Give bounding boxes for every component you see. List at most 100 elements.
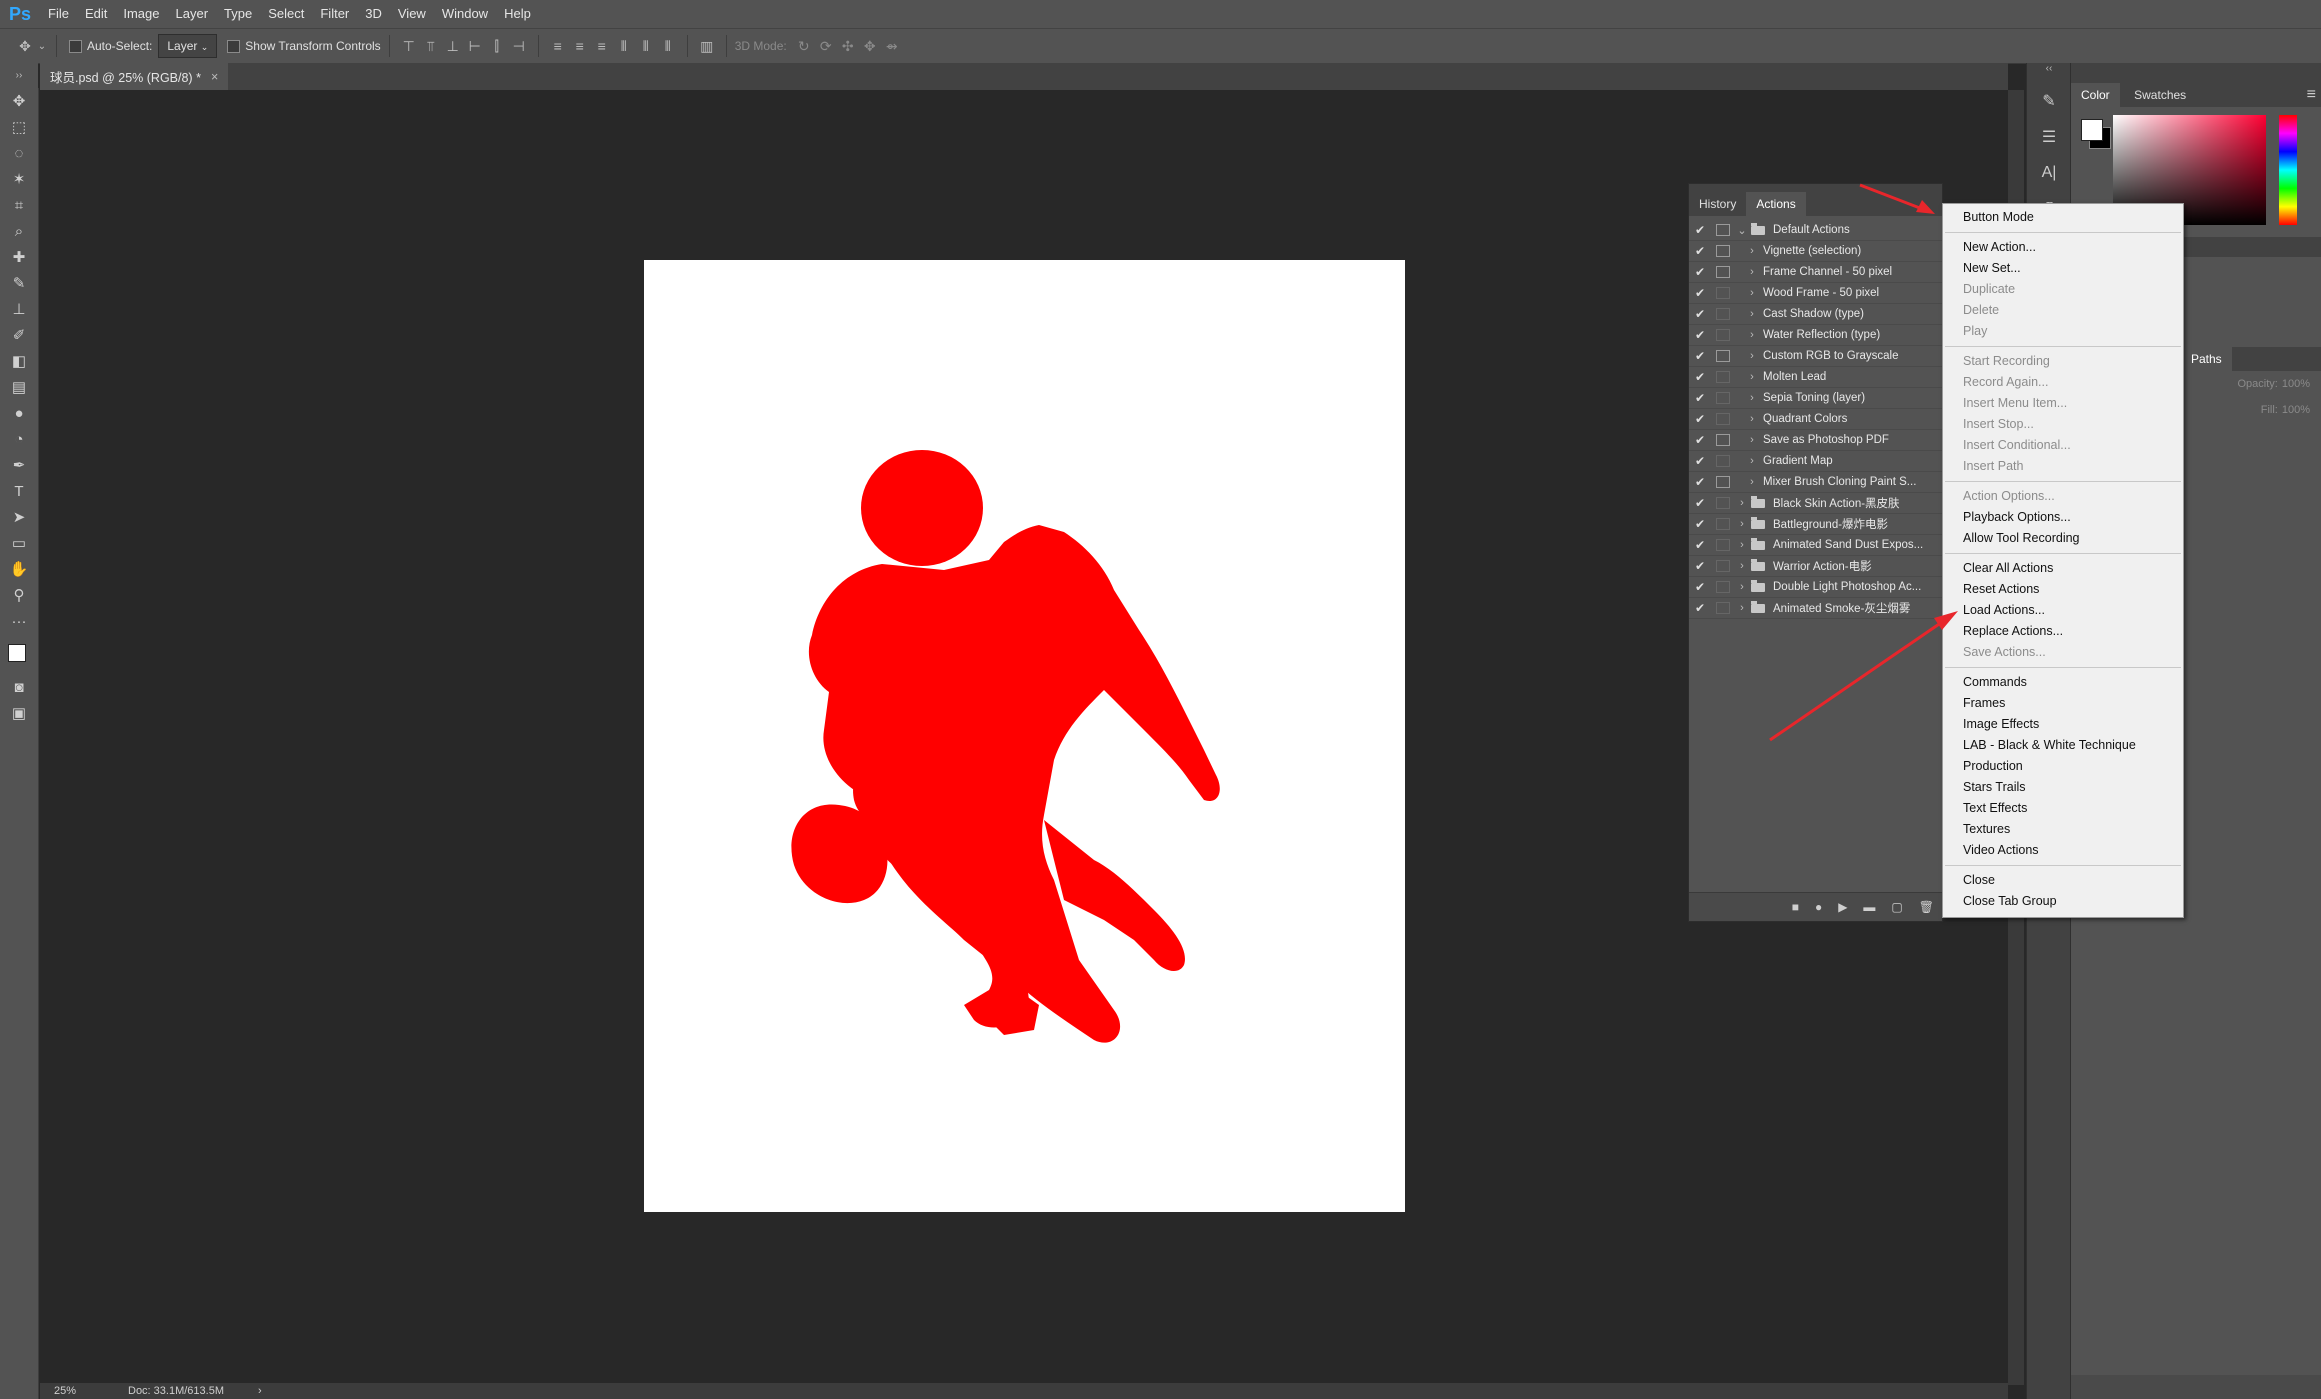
menu-item-production[interactable]: Production <box>1943 756 2183 777</box>
panel-menu-icon[interactable]: ≡ <box>2301 83 2321 107</box>
distribute-vcenter-icon[interactable]: ≡ <box>569 35 591 57</box>
align-vcenter-icon[interactable]: ⫪ <box>420 35 442 57</box>
gradient-tool-icon[interactable]: ▤ <box>0 374 38 400</box>
more-tools-icon[interactable]: ··· <box>0 608 38 634</box>
record-icon[interactable]: ● <box>1815 900 1822 914</box>
toggle-check-icon[interactable]: ✔ <box>1689 517 1711 531</box>
brush-preset-icon[interactable]: ✎ <box>2027 83 2071 119</box>
pen-tool-icon[interactable]: ✒ <box>0 452 38 478</box>
menu-item-clear-all-actions[interactable]: Clear All Actions <box>1943 558 2183 579</box>
expand-right-icon[interactable]: › <box>1745 392 1759 404</box>
tab-paths[interactable]: Paths <box>2181 347 2232 371</box>
lasso-tool-icon[interactable]: ◌ <box>0 140 38 166</box>
dialog-toggle-icon[interactable] <box>1716 581 1730 593</box>
menu-item-allow-tool-recording[interactable]: Allow Tool Recording <box>1943 528 2183 549</box>
rectangle-tool-icon[interactable]: ▭ <box>0 530 38 556</box>
dialog-toggle-icon[interactable] <box>1716 392 1730 404</box>
menu-window[interactable]: Window <box>434 0 496 28</box>
menu-item-button-mode[interactable]: Button Mode <box>1943 207 2183 228</box>
toolbar-collapse-icon[interactable]: ›› <box>0 63 38 88</box>
action-row[interactable]: ✔ › Custom RGB to Grayscale <box>1689 346 1942 367</box>
menu-item-commands[interactable]: Commands <box>1943 672 2183 693</box>
opacity-value[interactable]: 100% <box>2282 378 2310 390</box>
blur-tool-icon[interactable]: ● <box>0 400 38 426</box>
eyedropper-tool-icon[interactable]: ⌕ <box>0 218 38 244</box>
menu-3d[interactable]: 3D <box>357 0 390 28</box>
toggle-check-icon[interactable]: ✔ <box>1689 244 1711 258</box>
align-bottom-icon[interactable]: ⊥ <box>442 35 464 57</box>
auto-align-icon[interactable]: ▥ <box>696 35 718 57</box>
action-row[interactable]: ✔ › Quadrant Colors <box>1689 409 1942 430</box>
move-tool-icon[interactable]: ✥ <box>14 35 36 57</box>
menu-item-load-actions[interactable]: Load Actions... <box>1943 600 2183 621</box>
menu-item-reset-actions[interactable]: Reset Actions <box>1943 579 2183 600</box>
action-set-row[interactable]: ✔ ⌄ Default Actions <box>1689 220 1942 241</box>
toggle-check-icon[interactable]: ✔ <box>1689 601 1711 615</box>
menu-item-text-effects[interactable]: Text Effects <box>1943 798 2183 819</box>
toggle-check-icon[interactable]: ✔ <box>1689 475 1711 489</box>
expand-right-icon[interactable]: › <box>1735 539 1749 551</box>
dialog-toggle-icon[interactable] <box>1716 350 1730 362</box>
toggle-check-icon[interactable]: ✔ <box>1689 433 1711 447</box>
menu-filter[interactable]: Filter <box>312 0 357 28</box>
menu-image[interactable]: Image <box>115 0 167 28</box>
menu-edit[interactable]: Edit <box>77 0 115 28</box>
path-selection-tool-icon[interactable]: ➤ <box>0 504 38 530</box>
action-set-row[interactable]: ✔ › Warrior Action-电影 <box>1689 556 1942 577</box>
dialog-toggle-icon[interactable] <box>1716 287 1730 299</box>
distribute-hcenter-icon[interactable]: ⦀ <box>635 35 657 57</box>
healing-brush-tool-icon[interactable]: ✚ <box>0 244 38 270</box>
brush-tool-icon[interactable]: ✎ <box>0 270 38 296</box>
toggle-check-icon[interactable]: ✔ <box>1689 328 1711 342</box>
tab-color[interactable]: Color <box>2071 83 2120 107</box>
dialog-toggle-icon[interactable] <box>1716 476 1730 488</box>
clone-stamp-tool-icon[interactable]: ⊥ <box>0 296 38 322</box>
dialog-toggle-icon[interactable] <box>1716 434 1730 446</box>
play-icon[interactable]: ▶ <box>1838 900 1847 914</box>
action-row[interactable]: ✔ › Wood Frame - 50 pixel <box>1689 283 1942 304</box>
toggle-check-icon[interactable]: ✔ <box>1689 286 1711 300</box>
toggle-check-icon[interactable]: ✔ <box>1689 370 1711 384</box>
dialog-toggle-icon[interactable] <box>1716 371 1730 383</box>
delete-icon[interactable]: 🗑 <box>1919 900 1934 914</box>
dialog-toggle-icon[interactable] <box>1716 455 1730 467</box>
foreground-color-icon[interactable] <box>2081 119 2103 141</box>
expand-right-icon[interactable]: › <box>1745 371 1759 383</box>
fill-value[interactable]: 100% <box>2282 404 2310 416</box>
toggle-check-icon[interactable]: ✔ <box>1689 496 1711 510</box>
dialog-toggle-icon[interactable] <box>1716 497 1730 509</box>
eraser-tool-icon[interactable]: ◧ <box>0 348 38 374</box>
toggle-check-icon[interactable]: ✔ <box>1689 538 1711 552</box>
menu-item-playback-options[interactable]: Playback Options... <box>1943 507 2183 528</box>
menu-view[interactable]: View <box>390 0 434 28</box>
dialog-toggle-icon[interactable] <box>1716 413 1730 425</box>
adjust-icon[interactable]: ☰ <box>2027 119 2071 155</box>
menu-layer[interactable]: Layer <box>168 0 217 28</box>
collapse-strip-icon[interactable]: ‹‹ <box>2027 63 2071 83</box>
tab-actions[interactable]: Actions <box>1746 192 1806 216</box>
toggle-check-icon[interactable]: ✔ <box>1689 349 1711 363</box>
stop-icon[interactable]: ■ <box>1792 900 1799 914</box>
expand-right-icon[interactable]: › <box>1735 560 1749 572</box>
action-row[interactable]: ✔ › Frame Channel - 50 pixel <box>1689 262 1942 283</box>
zoom-level[interactable]: 25% <box>54 1385 114 1397</box>
expand-right-icon[interactable]: › <box>1745 350 1759 362</box>
magic-wand-tool-icon[interactable]: ✶ <box>0 166 38 192</box>
auto-select-dropdown[interactable]: Layer ⌄ <box>158 34 218 58</box>
menu-item-image-effects[interactable]: Image Effects <box>1943 714 2183 735</box>
expand-right-icon[interactable]: › <box>1745 455 1759 467</box>
menu-item-new-action[interactable]: New Action... <box>1943 237 2183 258</box>
action-set-row[interactable]: ✔ › Battleground-爆炸电影 <box>1689 514 1942 535</box>
expand-right-icon[interactable]: › <box>1745 245 1759 257</box>
expand-right-icon[interactable]: › <box>1745 413 1759 425</box>
status-more-arrow[interactable]: › <box>258 1385 262 1397</box>
menu-item-close[interactable]: Close <box>1943 870 2183 891</box>
menu-item-close-tab-group[interactable]: Close Tab Group <box>1943 891 2183 912</box>
action-set-row[interactable]: ✔ › Black Skin Action-黑皮肤 <box>1689 493 1942 514</box>
dialog-toggle-icon[interactable] <box>1716 560 1730 572</box>
action-row[interactable]: ✔ › Save as Photoshop PDF <box>1689 430 1942 451</box>
dodge-tool-icon[interactable]: ◔ <box>0 426 38 452</box>
action-set-row[interactable]: ✔ › Animated Smoke-灰尘烟雾 <box>1689 598 1942 619</box>
expand-right-icon[interactable]: › <box>1735 497 1749 509</box>
move-tool-icon[interactable]: ✥ <box>0 88 38 114</box>
